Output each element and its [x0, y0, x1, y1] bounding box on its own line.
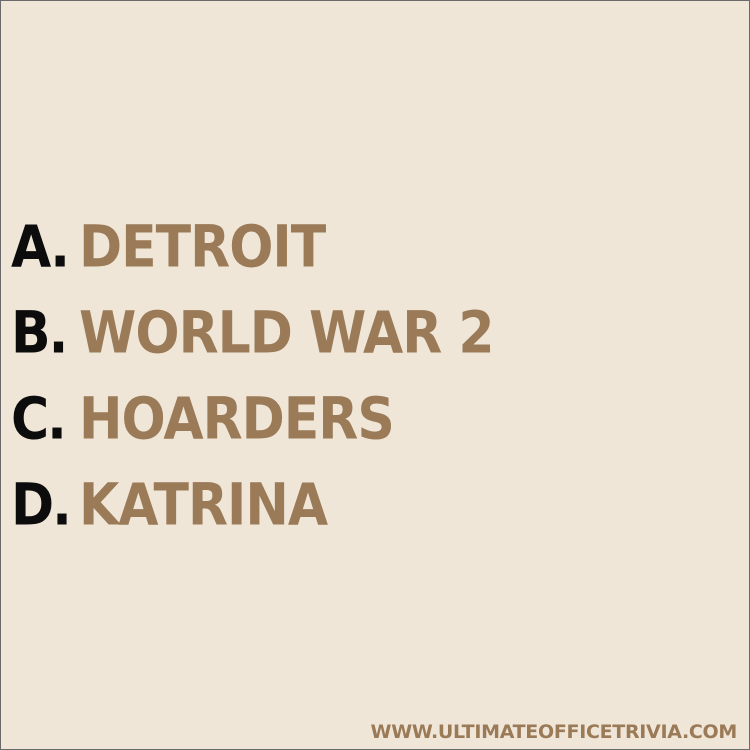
answer-letter: A.: [11, 213, 70, 281]
trivia-card: A. DETROIT B. WORLD WAR 2 C. HOARDERS D.…: [0, 0, 750, 750]
answer-list: A. DETROIT B. WORLD WAR 2 C. HOARDERS D.…: [11, 214, 495, 565]
answer-letter: C.: [11, 385, 67, 453]
answer-letter: B.: [11, 299, 68, 367]
answer-text: KATRINA: [79, 471, 328, 539]
answer-option-d: D. KATRINA: [11, 472, 494, 565]
answer-text: WORLD WAR 2: [79, 299, 495, 367]
answer-option-c: C. HOARDERS: [11, 386, 494, 479]
website-url: WWW.ULTIMATEOFFICETRIVIA.COM: [370, 721, 738, 743]
answer-option-a: A. DETROIT: [11, 214, 494, 307]
answer-letter: D.: [11, 471, 72, 539]
answer-text: HOARDERS: [79, 385, 395, 453]
answer-text: DETROIT: [79, 213, 326, 281]
answer-option-b: B. WORLD WAR 2: [11, 300, 495, 393]
